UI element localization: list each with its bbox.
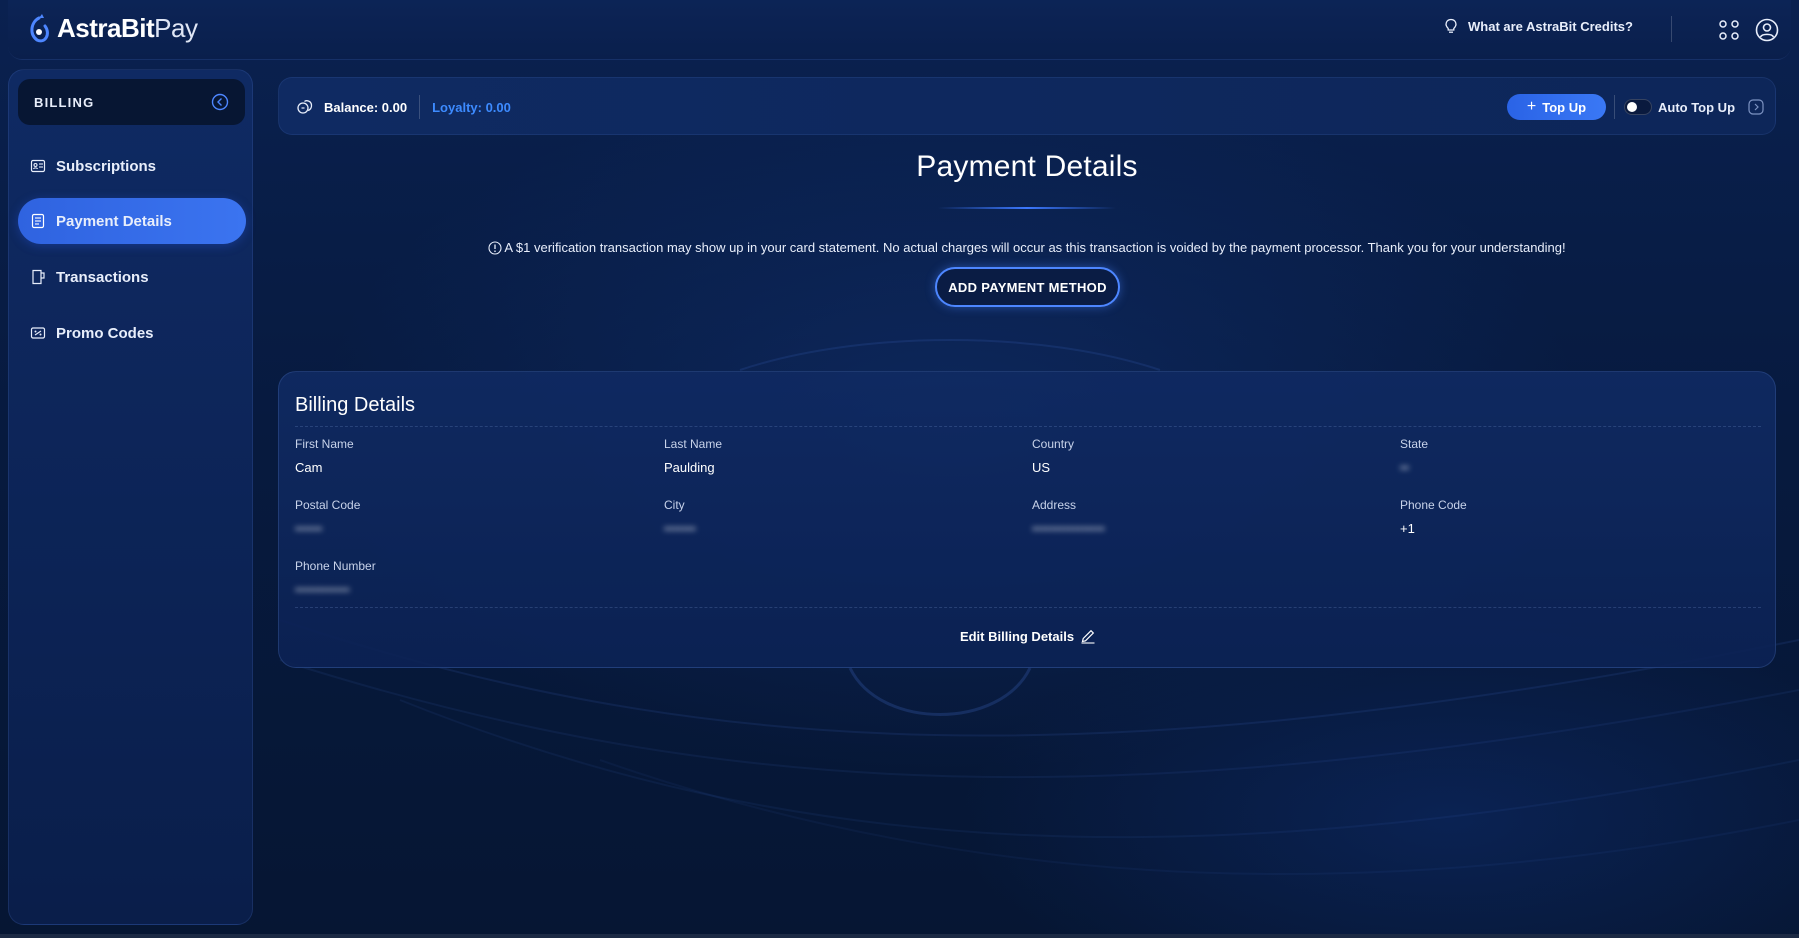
field-value: Paulding [664,460,715,475]
brand-name: AstraBitPay [57,12,198,43]
field-country: Country US [1032,437,1074,475]
brand-logo[interactable]: AstraBitPay [25,12,198,44]
balance-bar: Balance: 0.00 Loyalty: 0.00 + Top Up Aut… [278,77,1776,135]
field-label: City [664,498,685,512]
field-label: Address [1032,498,1077,512]
top-bar: AstraBitPay What are AstraBit Credits? [8,0,1791,60]
billing-details-card: Billing Details First Name Cam Last Name… [278,371,1776,668]
sidebar-item-payment-details[interactable]: Payment Details [18,198,246,244]
field-label: Phone Number [295,559,376,573]
field-state: State •• [1400,437,1428,475]
credits-info-link[interactable]: What are AstraBit Credits? [1444,18,1633,34]
field-label: State [1400,437,1429,451]
balance-divider [419,95,421,119]
field-value: •••••••••••••••• [1032,521,1105,536]
field-label: First Name [295,437,354,451]
field-value: ••••••• [664,521,696,536]
document-icon [31,213,45,229]
chevron-right-icon[interactable] [1748,99,1764,115]
coins-icon [297,100,313,114]
edit-billing-details-link[interactable]: Edit Billing Details [279,628,1777,644]
field-city: City ••••••• [664,498,696,536]
auto-top-up-label: Auto Top Up [1658,99,1736,115]
card-divider [295,607,1761,608]
billing-details-title: Billing Details [295,394,416,416]
ticket-icon [30,327,46,339]
field-value: US [1032,460,1051,475]
plus-icon: + [1526,98,1537,115]
top-up-button[interactable]: + Top Up [1507,94,1606,120]
card-divider [295,426,1761,427]
collapse-sidebar-icon[interactable] [211,93,229,111]
lightbulb-icon [1445,18,1457,33]
edit-billing-details-label: Edit Billing Details [959,628,1075,644]
page: AstraBitPay What are AstraBit Credits? B… [0,0,1799,938]
field-first-name: First Name Cam [295,437,354,475]
receipt-icon [32,269,45,285]
sidebar-item-promo-codes[interactable]: Promo Codes [18,310,246,356]
sidebar-item-label: Promo Codes [56,324,154,342]
field-postal-code: Postal Code •••••• [295,498,360,536]
auto-top-up-control: Auto Top Up [1624,94,1735,120]
field-value: •• [1400,460,1410,475]
apps-grid-icon[interactable] [1718,19,1740,41]
sidebar-item-subscriptions[interactable]: Subscriptions [18,143,246,189]
balance-value: Balance: 0.00 [324,99,408,115]
field-value: •••••••••••• [295,582,350,597]
sidebar-title: BILLING [34,94,95,110]
verification-notice: A $1 verification transaction may show u… [278,240,1776,255]
balance-bar-divider [1614,95,1615,119]
astrabit-logo-icon [30,14,49,43]
topbar-divider [1671,16,1672,42]
field-address: Address •••••••••••••••• [1032,498,1105,536]
sidebar-item-label: Payment Details [56,212,172,230]
credits-link-label: What are AstraBit Credits? [1468,18,1633,34]
field-phone-number: Phone Number •••••••••••• [295,559,376,597]
field-last-name: Last Name Paulding [664,437,722,475]
auto-top-up-toggle[interactable] [1624,99,1652,115]
field-label: Postal Code [295,498,361,512]
field-value: •••••• [295,521,323,536]
sidebar-header: BILLING [18,79,245,125]
page-title: Payment Details [916,150,1138,183]
field-value: +1 [1400,521,1415,536]
field-value: Cam [295,460,323,475]
toggle-knob [1627,102,1637,112]
field-label: Phone Code [1400,498,1467,512]
sidebar-item-transactions[interactable]: Transactions [18,254,246,300]
sidebar-item-label: Transactions [56,268,149,286]
loyalty-value: Loyalty: 0.00 [432,99,511,115]
top-up-label: Top Up [1542,99,1587,115]
verification-notice-text: A $1 verification transaction may show u… [504,240,1566,255]
field-label: Last Name [664,437,723,451]
add-payment-method-button[interactable]: ADD PAYMENT METHOD [935,267,1120,307]
title-underline [938,207,1116,209]
user-account-icon[interactable] [1755,18,1779,42]
subscriptions-icon [30,159,46,173]
field-label: Country [1032,437,1075,451]
sidebar-item-label: Subscriptions [56,157,157,175]
window-bottom-edge [0,934,1799,938]
balance-group: Balance: 0.00 Loyalty: 0.00 [296,78,511,136]
sidebar: BILLING Subscriptions Payment Details Tr… [8,69,253,925]
info-icon [488,240,502,255]
pencil-icon [1081,629,1095,644]
field-phone-code: Phone Code +1 [1400,498,1467,536]
